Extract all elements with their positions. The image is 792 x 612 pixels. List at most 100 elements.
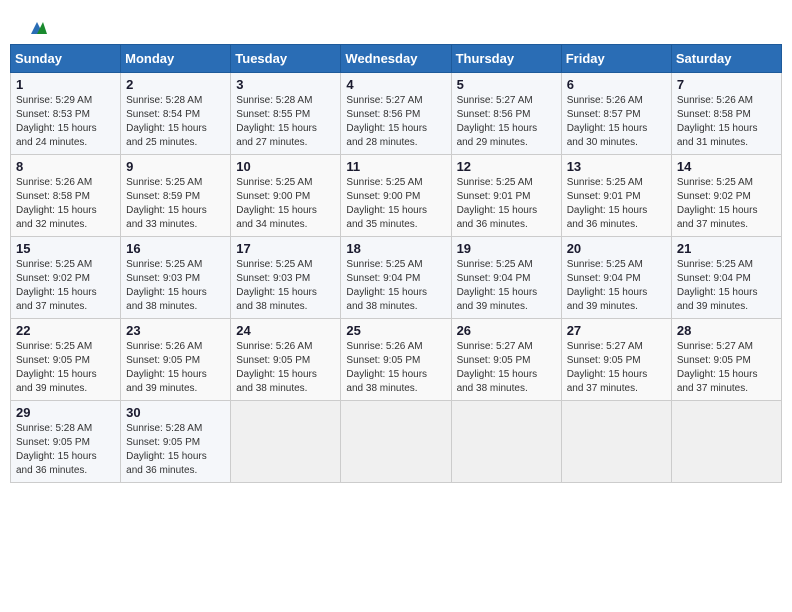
cell-info: Sunrise: 5:25 AM Sunset: 9:02 PM Dayligh… [677, 176, 776, 232]
weekday-header: Wednesday [341, 45, 451, 73]
calendar-cell: 24 Sunrise: 5:26 AM Sunset: 9:05 PM Dayli… [231, 319, 341, 401]
logo [25, 20, 47, 36]
weekday-header: Tuesday [231, 45, 341, 73]
day-number: 3 [236, 77, 335, 92]
calendar-cell: 20 Sunrise: 5:25 AM Sunset: 9:04 PM Dayli… [561, 237, 671, 319]
calendar-cell: 13 Sunrise: 5:25 AM Sunset: 9:01 PM Dayli… [561, 155, 671, 237]
calendar-cell: 26 Sunrise: 5:27 AM Sunset: 9:05 PM Dayli… [451, 319, 561, 401]
cell-info: Sunrise: 5:25 AM Sunset: 9:04 PM Dayligh… [567, 258, 666, 314]
day-number: 2 [126, 77, 225, 92]
day-number: 13 [567, 159, 666, 174]
cell-info: Sunrise: 5:29 AM Sunset: 8:53 PM Dayligh… [16, 94, 115, 150]
cell-info: Sunrise: 5:25 AM Sunset: 9:04 PM Dayligh… [346, 258, 445, 314]
cell-info: Sunrise: 5:28 AM Sunset: 8:55 PM Dayligh… [236, 94, 335, 150]
day-number: 29 [16, 405, 115, 420]
day-number: 9 [126, 159, 225, 174]
cell-info: Sunrise: 5:26 AM Sunset: 9:05 PM Dayligh… [346, 340, 445, 396]
day-number: 24 [236, 323, 335, 338]
calendar-cell [231, 401, 341, 483]
day-number: 1 [16, 77, 115, 92]
cell-info: Sunrise: 5:25 AM Sunset: 9:00 PM Dayligh… [236, 176, 335, 232]
cell-info: Sunrise: 5:27 AM Sunset: 8:56 PM Dayligh… [457, 94, 556, 150]
calendar-cell: 4 Sunrise: 5:27 AM Sunset: 8:56 PM Daylig… [341, 73, 451, 155]
cell-info: Sunrise: 5:26 AM Sunset: 8:58 PM Dayligh… [677, 94, 776, 150]
cell-info: Sunrise: 5:27 AM Sunset: 8:56 PM Dayligh… [346, 94, 445, 150]
weekday-header: Friday [561, 45, 671, 73]
cell-info: Sunrise: 5:27 AM Sunset: 9:05 PM Dayligh… [677, 340, 776, 396]
calendar-cell: 25 Sunrise: 5:26 AM Sunset: 9:05 PM Dayli… [341, 319, 451, 401]
day-number: 23 [126, 323, 225, 338]
cell-info: Sunrise: 5:27 AM Sunset: 9:05 PM Dayligh… [457, 340, 556, 396]
day-number: 7 [677, 77, 776, 92]
calendar-cell: 7 Sunrise: 5:26 AM Sunset: 8:58 PM Daylig… [671, 73, 781, 155]
calendar-cell: 17Sunrise: 5:25 AM Sunset: 9:03 PM Dayli… [231, 237, 341, 319]
cell-info: Sunrise: 5:25 AM Sunset: 9:03 PM Dayligh… [126, 258, 225, 314]
cell-info: Sunrise: 5:26 AM Sunset: 9:05 PM Dayligh… [236, 340, 335, 396]
calendar-cell: 19 Sunrise: 5:25 AM Sunset: 9:04 PM Dayli… [451, 237, 561, 319]
cell-info: Sunrise: 5:25 AM Sunset: 8:59 PM Dayligh… [126, 176, 225, 232]
calendar-cell: 2 Sunrise: 5:28 AM Sunset: 8:54 PM Daylig… [121, 73, 231, 155]
cell-info: Sunrise: 5:28 AM Sunset: 8:54 PM Dayligh… [126, 94, 225, 150]
cell-info: Sunrise: 5:25 AM Sunset: 9:04 PM Dayligh… [677, 258, 776, 314]
calendar-cell: 22 Sunrise: 5:25 AM Sunset: 9:05 PM Dayli… [11, 319, 121, 401]
calendar-cell: 23 Sunrise: 5:26 AM Sunset: 9:05 PM Dayli… [121, 319, 231, 401]
day-number: 8 [16, 159, 115, 174]
day-number: 30 [126, 405, 225, 420]
calendar-cell: 12 Sunrise: 5:25 AM Sunset: 9:01 PM Dayli… [451, 155, 561, 237]
calendar-cell [561, 401, 671, 483]
calendar-cell: 6 Sunrise: 5:26 AM Sunset: 8:57 PM Daylig… [561, 73, 671, 155]
weekday-header: Monday [121, 45, 231, 73]
cell-info: Sunrise: 5:25 AM Sunset: 9:05 PM Dayligh… [16, 340, 115, 396]
cell-info: Sunrise: 5:25 AM Sunset: 9:01 PM Dayligh… [567, 176, 666, 232]
calendar-cell: 5 Sunrise: 5:27 AM Sunset: 8:56 PM Daylig… [451, 73, 561, 155]
cell-info: Sunrise: 5:25 AM Sunset: 9:02 PM Dayligh… [16, 258, 115, 314]
calendar-cell: 8Sunrise: 5:26 AM Sunset: 8:58 PM Daylig… [11, 155, 121, 237]
cell-info: Sunrise: 5:26 AM Sunset: 8:57 PM Dayligh… [567, 94, 666, 150]
day-number: 18 [346, 241, 445, 256]
calendar-cell [341, 401, 451, 483]
calendar-cell [451, 401, 561, 483]
day-number: 26 [457, 323, 556, 338]
calendar-cell: 1 Sunrise: 5:29 AM Sunset: 8:53 PM Daylig… [11, 73, 121, 155]
day-number: 5 [457, 77, 556, 92]
weekday-header: Sunday [11, 45, 121, 73]
day-number: 21 [677, 241, 776, 256]
day-number: 15 [16, 241, 115, 256]
calendar-table: SundayMondayTuesdayWednesdayThursdayFrid… [10, 44, 782, 483]
calendar-cell: 11 Sunrise: 5:25 AM Sunset: 9:00 PM Dayli… [341, 155, 451, 237]
calendar-cell [671, 401, 781, 483]
calendar-cell: 16 Sunrise: 5:25 AM Sunset: 9:03 PM Dayli… [121, 237, 231, 319]
cell-info: Sunrise: 5:25 AM Sunset: 9:04 PM Dayligh… [457, 258, 556, 314]
day-number: 20 [567, 241, 666, 256]
calendar-cell: 27Sunrise: 5:27 AM Sunset: 9:05 PM Dayli… [561, 319, 671, 401]
calendar-cell: 9 Sunrise: 5:25 AM Sunset: 8:59 PM Daylig… [121, 155, 231, 237]
day-number: 10 [236, 159, 335, 174]
weekday-header: Thursday [451, 45, 561, 73]
day-number: 25 [346, 323, 445, 338]
day-number: 11 [346, 159, 445, 174]
cell-info: Sunrise: 5:28 AM Sunset: 9:05 PM Dayligh… [16, 422, 115, 478]
cell-info: Sunrise: 5:28 AM Sunset: 9:05 PM Dayligh… [126, 422, 225, 478]
day-number: 27 [567, 323, 666, 338]
cell-info: Sunrise: 5:25 AM Sunset: 9:01 PM Dayligh… [457, 176, 556, 232]
day-number: 22 [16, 323, 115, 338]
calendar-cell: 28Sunrise: 5:27 AM Sunset: 9:05 PM Dayli… [671, 319, 781, 401]
calendar-cell: 30 Sunrise: 5:28 AM Sunset: 9:05 PM Dayli… [121, 401, 231, 483]
cell-info: Sunrise: 5:26 AM Sunset: 9:05 PM Dayligh… [126, 340, 225, 396]
day-number: 12 [457, 159, 556, 174]
calendar-cell: 3 Sunrise: 5:28 AM Sunset: 8:55 PM Daylig… [231, 73, 341, 155]
day-number: 14 [677, 159, 776, 174]
day-number: 4 [346, 77, 445, 92]
header [10, 10, 782, 44]
calendar-cell: 14 Sunrise: 5:25 AM Sunset: 9:02 PM Dayli… [671, 155, 781, 237]
day-number: 17 [236, 241, 335, 256]
day-number: 16 [126, 241, 225, 256]
weekday-header: Saturday [671, 45, 781, 73]
calendar-cell: 15 Sunrise: 5:25 AM Sunset: 9:02 PM Dayli… [11, 237, 121, 319]
logo-icon [27, 20, 47, 36]
calendar-cell: 21 Sunrise: 5:25 AM Sunset: 9:04 PM Dayli… [671, 237, 781, 319]
day-number: 19 [457, 241, 556, 256]
day-number: 6 [567, 77, 666, 92]
cell-info: Sunrise: 5:25 AM Sunset: 9:00 PM Dayligh… [346, 176, 445, 232]
calendar-cell: 10 Sunrise: 5:25 AM Sunset: 9:00 PM Dayli… [231, 155, 341, 237]
